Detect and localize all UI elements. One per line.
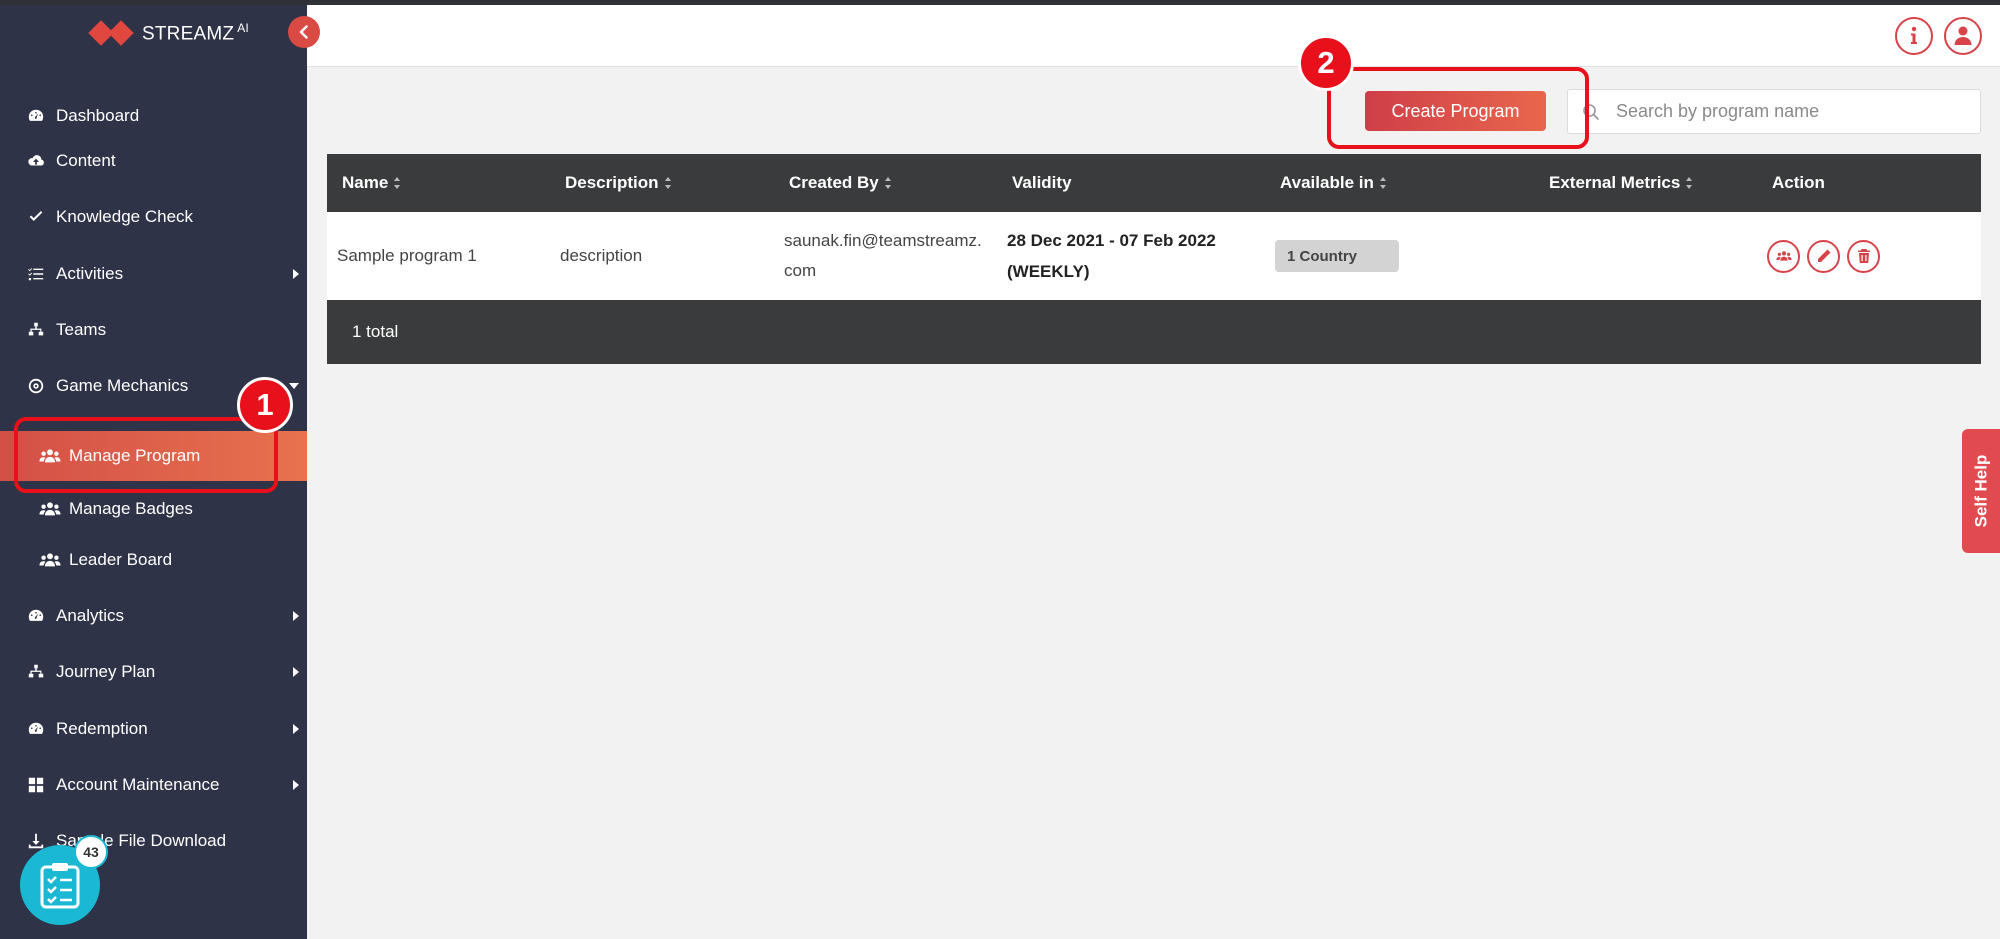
table-footer: 1 total bbox=[327, 300, 1981, 364]
logo-text: STREAMZ AI bbox=[142, 21, 249, 45]
cell-description: description bbox=[560, 246, 643, 265]
column-header-validity: Validity bbox=[1012, 173, 1072, 192]
sidebar-item-label: Knowledge Check bbox=[56, 207, 194, 226]
sort-icon bbox=[664, 177, 672, 189]
sidebar-item-label: Activities bbox=[56, 264, 124, 283]
chevron-left-icon bbox=[299, 25, 308, 39]
top-header bbox=[307, 5, 2000, 67]
table-row: Sample program 1 description saunak.fin@… bbox=[327, 212, 1981, 300]
user-profile-button[interactable] bbox=[1944, 17, 1982, 55]
self-help-tab[interactable]: Self Help bbox=[1962, 429, 2000, 553]
column-header-description[interactable]: Description bbox=[565, 154, 672, 212]
checklist-count-badge: 43 bbox=[74, 835, 108, 869]
annotation-highlight-1 bbox=[14, 417, 278, 493]
info-button[interactable] bbox=[1895, 17, 1933, 55]
total-count: 1 total bbox=[352, 322, 399, 341]
users-icon bbox=[39, 551, 61, 569]
annotation-highlight-2 bbox=[1327, 67, 1589, 149]
table-header: Name Description Created By Validity Ava… bbox=[327, 154, 1981, 212]
grid-icon bbox=[26, 775, 46, 795]
self-help-label: Self Help bbox=[1971, 454, 1990, 528]
sidebar-item-teams[interactable]: Teams bbox=[0, 308, 307, 352]
sidebar-item-label: Game Mechanics bbox=[56, 376, 189, 395]
annotation-marker-1: 1 bbox=[237, 377, 293, 433]
logo-mark bbox=[88, 20, 134, 46]
sidebar-item-redemption[interactable]: Redemption bbox=[0, 707, 307, 751]
cell-validity: 28 Dec 2021 - 07 Feb 2022 (WEEKLY) bbox=[1007, 231, 1216, 281]
sidebar-item-label: Dashboard bbox=[56, 106, 140, 125]
sidebar-item-label: Analytics bbox=[56, 606, 125, 625]
gauge-icon bbox=[26, 606, 46, 626]
chevron-down-icon bbox=[289, 383, 299, 389]
sidebar-item-label: Redemption bbox=[56, 719, 148, 738]
users-icon bbox=[39, 500, 61, 518]
sidebar-item-journey-plan[interactable]: Journey Plan bbox=[0, 650, 307, 694]
search-input[interactable] bbox=[1616, 101, 1956, 122]
column-header-external-metrics[interactable]: External Metrics bbox=[1549, 154, 1693, 212]
column-header-created-by[interactable]: Created By bbox=[789, 154, 892, 212]
sidebar-item-label: Account Maintenance bbox=[56, 775, 220, 794]
sidebar-item-label: Journey Plan bbox=[56, 662, 156, 681]
logo: STREAMZ AI bbox=[88, 20, 249, 46]
sort-icon bbox=[1379, 177, 1387, 189]
sidebar-item-content[interactable]: Content bbox=[0, 139, 307, 183]
sort-icon bbox=[1685, 177, 1693, 189]
hierarchy-icon bbox=[26, 662, 46, 682]
sidebar-subitem-leader-board[interactable]: Leader Board bbox=[0, 535, 307, 585]
delete-button[interactable] bbox=[1847, 239, 1880, 273]
country-count-badge[interactable]: 1 Country bbox=[1275, 240, 1399, 272]
sidebar-item-dashboard[interactable]: Dashboard bbox=[0, 94, 307, 138]
sort-icon bbox=[884, 177, 892, 189]
sidebar-item-analytics[interactable]: Analytics bbox=[0, 594, 307, 638]
cell-actions bbox=[1767, 212, 1887, 300]
collapse-sidebar-button[interactable] bbox=[288, 16, 320, 48]
column-header-action: Action bbox=[1772, 173, 1825, 192]
sidebar-item-label: Content bbox=[56, 151, 116, 170]
manage-participants-button[interactable] bbox=[1767, 239, 1800, 273]
sidebar-item-activities[interactable]: Activities bbox=[0, 252, 307, 296]
chevron-right-icon bbox=[293, 780, 299, 790]
programs-table: Name Description Created By Validity Ava… bbox=[327, 154, 1981, 364]
hierarchy-icon bbox=[26, 320, 46, 340]
gauge-icon bbox=[26, 106, 46, 126]
cell-created-by: saunak.fin@teamstreamz. com bbox=[784, 231, 982, 280]
cell-name: Sample program 1 bbox=[337, 246, 477, 265]
cloud-upload-icon bbox=[26, 151, 46, 171]
info-icon bbox=[1911, 26, 1917, 44]
sidebar-subitem-label: Leader Board bbox=[69, 550, 173, 569]
target-icon bbox=[26, 376, 46, 396]
chevron-right-icon bbox=[293, 724, 299, 734]
check-icon bbox=[26, 207, 46, 227]
sidebar-item-account-maintenance[interactable]: Account Maintenance bbox=[0, 763, 307, 807]
pencil-icon bbox=[1817, 249, 1830, 262]
column-header-name[interactable]: Name bbox=[342, 154, 401, 212]
clipboard-checklist-icon bbox=[40, 863, 80, 909]
users-icon bbox=[1775, 251, 1792, 261]
sidebar-subitem-label: Manage Badges bbox=[69, 499, 193, 518]
cell-available-in: 1 Country bbox=[1275, 212, 1399, 300]
chevron-right-icon bbox=[293, 667, 299, 677]
list-check-icon bbox=[26, 264, 46, 284]
edit-button[interactable] bbox=[1807, 239, 1840, 273]
search-box bbox=[1567, 89, 1981, 134]
chevron-right-icon bbox=[293, 611, 299, 621]
chevron-right-icon bbox=[293, 269, 299, 279]
gauge-icon bbox=[26, 719, 46, 739]
sidebar-item-knowledge-check[interactable]: Knowledge Check bbox=[0, 195, 307, 239]
user-icon bbox=[1954, 26, 1972, 45]
sort-icon bbox=[393, 177, 401, 189]
sidebar-item-label: Teams bbox=[56, 320, 107, 339]
trash-icon bbox=[1857, 249, 1870, 263]
column-header-available-in[interactable]: Available in bbox=[1280, 154, 1387, 212]
annotation-marker-2: 2 bbox=[1298, 35, 1354, 91]
